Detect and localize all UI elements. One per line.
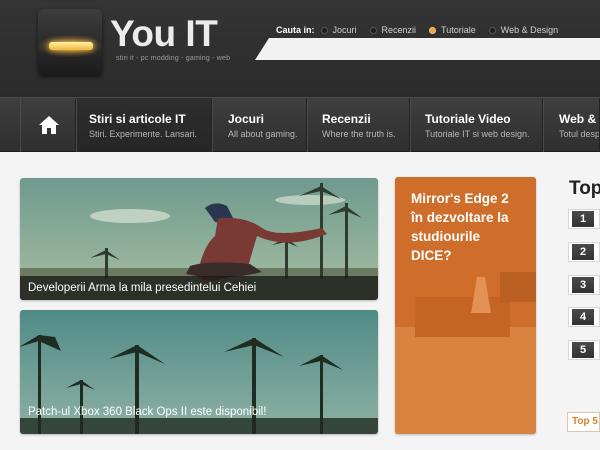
site-header: You IT stiri it - pc modding - gaming - … bbox=[0, 0, 600, 97]
featured-card[interactable]: Mirror's Edge 2 în dezvoltare la studiou… bbox=[395, 177, 536, 434]
brand-name[interactable]: You IT bbox=[110, 13, 218, 55]
main-nav: Stiri si articole IT Stiri. Experimente.… bbox=[0, 97, 600, 152]
search-input[interactable] bbox=[255, 38, 600, 60]
search-scope-label: Cauta in: bbox=[276, 25, 315, 35]
nav-subtitle: Stiri. Experimente. Lansari. bbox=[89, 129, 198, 139]
nav-home[interactable] bbox=[20, 98, 76, 152]
article-title[interactable]: Developerii Arma la mila presedintelui C… bbox=[20, 276, 378, 300]
logo-light-bar bbox=[49, 42, 93, 50]
article-title[interactable]: Patch-ul Xbox 360 Black Ops II este disp… bbox=[20, 400, 378, 424]
radio-icon[interactable] bbox=[369, 26, 377, 34]
rank-number: 2 bbox=[572, 244, 594, 260]
nav-title: Tutoriale Video bbox=[425, 112, 511, 126]
home-icon bbox=[39, 116, 59, 134]
nav-item-tutoriale[interactable]: Tutoriale Video Tutoriale IT si web desi… bbox=[410, 98, 543, 152]
nav-item-stiri[interactable]: Stiri si articole IT Stiri. Experimente.… bbox=[76, 98, 212, 152]
nav-item-recenzii[interactable]: Recenzii Where the truth is. bbox=[307, 98, 410, 152]
nav-title: Stiri si articole IT bbox=[89, 112, 186, 126]
nav-item-jocuri[interactable]: Jocuri All about gaming. bbox=[212, 98, 307, 152]
rank-number: 1 bbox=[572, 211, 594, 227]
nav-subtitle: Totul despre web bbox=[559, 129, 600, 139]
nav-subtitle: Tutoriale IT si web design. bbox=[425, 129, 530, 139]
top5-item-4[interactable]: 4 bbox=[568, 307, 600, 327]
nav-subtitle: All about gaming. bbox=[228, 129, 298, 139]
rank-number: 3 bbox=[572, 277, 594, 293]
top5-item-3[interactable]: 3 bbox=[568, 275, 600, 295]
search-option-label: Jocuri bbox=[332, 25, 357, 35]
rank-number: 5 bbox=[572, 342, 594, 358]
article-card-blackops[interactable]: Patch-ul Xbox 360 Black Ops II este disp… bbox=[20, 310, 378, 434]
top5-item-5[interactable]: 5 bbox=[568, 340, 600, 360]
nav-title: Jocuri bbox=[228, 112, 265, 126]
nav-title: Recenzii bbox=[322, 112, 371, 126]
radio-icon[interactable] bbox=[488, 26, 496, 34]
nav-item-web-design[interactable]: Web & Design Totul despre web bbox=[543, 98, 600, 152]
search-option-web-design[interactable]: Web & Design bbox=[488, 25, 559, 35]
nav-subtitle: Where the truth is. bbox=[322, 129, 396, 139]
search-option-tutoriale[interactable]: Tutoriale bbox=[429, 25, 476, 35]
search-option-label: Recenzii bbox=[381, 25, 417, 35]
article-card-arma[interactable]: Developerii Arma la mila presedintelui C… bbox=[20, 178, 378, 300]
top5-games-link[interactable]: Top 5 g bbox=[567, 412, 600, 432]
top5-item-1[interactable]: 1 bbox=[568, 209, 600, 229]
site-logo[interactable] bbox=[38, 9, 102, 75]
search-option-label: Web & Design bbox=[500, 25, 559, 35]
search-option-jocuri[interactable]: Jocuri bbox=[320, 25, 357, 35]
featured-title[interactable]: Mirror's Edge 2 în dezvoltare la studiou… bbox=[411, 189, 521, 265]
radio-selected-icon[interactable] bbox=[429, 26, 437, 34]
brand-tagline: stiri it - pc modding - gaming - web bbox=[116, 55, 231, 62]
search-option-label: Tutoriale bbox=[441, 25, 476, 35]
search-scope: Cauta in: Jocuri Recenzii Tutoriale Web … bbox=[276, 23, 571, 37]
radio-icon[interactable] bbox=[320, 26, 328, 34]
top5-heading: Top 5 bbox=[569, 178, 600, 199]
rank-number: 4 bbox=[572, 309, 594, 325]
top5-item-2[interactable]: 2 bbox=[568, 242, 600, 262]
search-option-recenzii[interactable]: Recenzii bbox=[369, 25, 417, 35]
nav-title: Web & Design bbox=[559, 112, 599, 126]
